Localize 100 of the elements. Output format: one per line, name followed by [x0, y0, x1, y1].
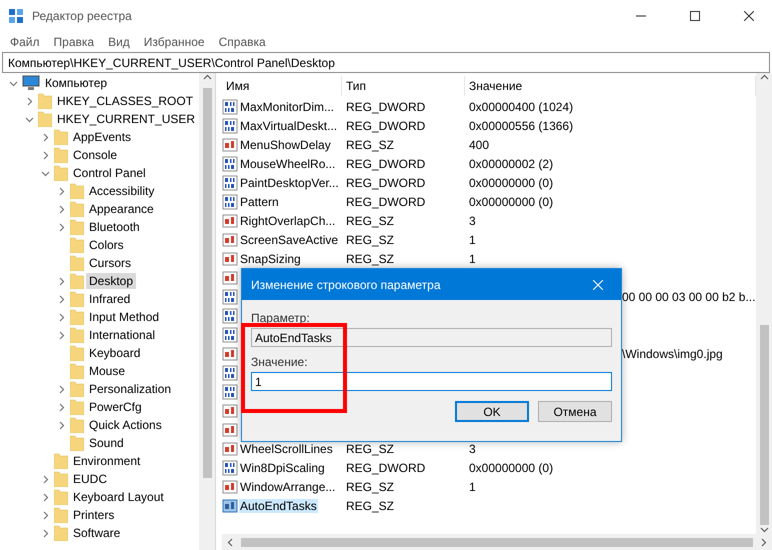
folder-icon [54, 507, 68, 523]
tree-item[interactable]: International [86, 327, 158, 343]
ok-button[interactable]: OK [455, 401, 529, 422]
folder-icon [70, 363, 84, 379]
data-cell-text: 0x00000000 (0) [468, 176, 554, 190]
address-bar[interactable]: Компьютер\HKEY_CURRENT_USER\Control Panel\Desktop [2, 52, 770, 73]
tree-item[interactable]: Software [70, 525, 124, 541]
value-name[interactable]: MaxVirtualDeskt... [239, 118, 338, 132]
close-icon[interactable] [744, 11, 754, 21]
folder-icon [54, 453, 68, 469]
column-header[interactable]: Имя [222, 76, 342, 96]
type-cell-text: REG_DWORD [345, 100, 426, 114]
string-value-icon [222, 402, 238, 418]
menu-item[interactable]: Избранное [136, 35, 211, 49]
tree-item[interactable]: Environment [70, 453, 144, 469]
value-name[interactable]: WindowArrange... [239, 480, 336, 494]
tree-item[interactable]: Console [70, 147, 120, 163]
menu-item[interactable]: Вид [100, 35, 136, 49]
folder-icon [70, 291, 84, 307]
tree-item[interactable]: Control Panel [70, 165, 149, 181]
tree-item[interactable]: HKEY_CLASSES_ROOT [54, 93, 196, 109]
tree-item[interactable]: Personalization [86, 381, 174, 397]
binary-value-icon [222, 326, 238, 342]
data-cell: \Windows\img0.jpg [622, 346, 723, 360]
string-value-icon [222, 136, 238, 152]
value-name[interactable]: MouseWheelRo... [239, 156, 336, 170]
tree-item[interactable]: AppEvents [70, 129, 134, 145]
binary-value-icon [222, 118, 238, 134]
scroll-up-icon[interactable] [202, 73, 212, 82]
tree-item[interactable]: Infrared [86, 291, 134, 307]
tree-item[interactable]: Quick Actions [86, 417, 165, 433]
folder-icon [70, 255, 84, 271]
tree-item[interactable]: Bluetooth [86, 219, 143, 235]
data-cell-text: 0x00000556 (1366) [468, 118, 574, 132]
value-name[interactable]: WheelScrollLines [239, 442, 334, 456]
value-name[interactable]: SnapSizing [239, 252, 302, 266]
chevron-right-icon[interactable] [24, 96, 34, 106]
scrollbar-thumb[interactable] [760, 325, 768, 525]
scrollbar-thumb[interactable] [241, 538, 753, 546]
tree-item[interactable]: HKEY_CURRENT_USER [54, 111, 198, 127]
scroll-left-icon[interactable] [226, 538, 235, 546]
data-cell-text: 0x00000000 (0) [468, 460, 554, 474]
horizontal-scrollbar[interactable] [222, 534, 772, 550]
data-cell-text: 400 [468, 138, 490, 152]
type-cell-text: REG_DWORD [345, 118, 426, 132]
string-value-icon [222, 250, 238, 266]
tree-item[interactable]: Appearance [86, 201, 157, 217]
tree-item[interactable]: PowerCfg [86, 399, 145, 415]
maximize-icon[interactable] [690, 11, 700, 21]
value-name[interactable]: Win8DpiScaling [239, 460, 326, 474]
string-value-icon [222, 498, 238, 514]
data-cell-text: 1 [468, 232, 477, 246]
value-name[interactable]: MenuShowDelay [239, 138, 332, 152]
value-name[interactable]: PaintDesktopVer... [239, 176, 340, 190]
data-cell-text: 3 [468, 214, 477, 228]
field-label: Значение: [251, 355, 309, 369]
folder-icon [70, 399, 84, 415]
scrollbar-thumb[interactable] [202, 88, 212, 478]
value-name[interactable]: RightOverlapCh... [239, 214, 336, 228]
scroll-right-icon[interactable] [759, 538, 768, 546]
column-header[interactable]: Тип [342, 76, 465, 96]
value-name[interactable]: AutoEndTasks [239, 498, 318, 512]
scroll-up-icon[interactable] [760, 73, 768, 82]
type-cell-text: REG_DWORD [345, 194, 426, 208]
menu-item[interactable]: Правка [46, 35, 100, 49]
tree-item[interactable]: Mouse [86, 363, 128, 379]
name-field[interactable]: AutoEndTasks [251, 328, 612, 347]
value-field[interactable]: 1 [251, 372, 612, 391]
tree-item[interactable]: Sound [86, 435, 127, 451]
tree-item[interactable]: Cursors [86, 255, 134, 271]
binary-value-icon [222, 460, 238, 476]
folder-icon [70, 201, 84, 217]
value-name[interactable]: Pattern [239, 194, 280, 208]
tree-item[interactable]: Keyboard Layout [70, 489, 167, 505]
tree-item[interactable]: Компьютер [42, 75, 110, 91]
tree-scrollbar[interactable] [199, 73, 215, 550]
menu-item[interactable]: Файл [2, 35, 46, 49]
tree-item[interactable]: Colors [86, 237, 127, 253]
folder-icon [70, 309, 84, 325]
value-name[interactable]: ScreenSaveActive [239, 232, 340, 246]
cancel-button[interactable]: Отмена [538, 401, 612, 422]
value-name[interactable]: MaxMonitorDim... [239, 100, 336, 114]
folder-icon [70, 381, 84, 397]
chevron-down-icon[interactable] [40, 168, 50, 178]
tree-item[interactable]: Desktop [86, 273, 136, 289]
data-cell-text: 1 [468, 480, 477, 494]
tree-item[interactable]: Printers [70, 507, 118, 523]
folder-icon [54, 489, 68, 505]
chevron-down-icon[interactable] [24, 114, 34, 124]
tree-item[interactable]: Keyboard [86, 345, 144, 361]
menu-item[interactable]: Справка [210, 35, 272, 49]
chevron-down-icon[interactable] [8, 78, 18, 88]
scroll-down-icon[interactable] [760, 525, 768, 534]
tree-item[interactable]: Input Method [86, 309, 162, 325]
folder-icon [70, 417, 84, 433]
type-cell-text: REG_SZ [345, 442, 396, 456]
tree-item[interactable]: EUDC [70, 471, 110, 487]
tree-item[interactable]: Accessibility [86, 183, 158, 199]
list-scrollbar[interactable] [756, 73, 772, 534]
registry-app-icon [8, 8, 24, 24]
